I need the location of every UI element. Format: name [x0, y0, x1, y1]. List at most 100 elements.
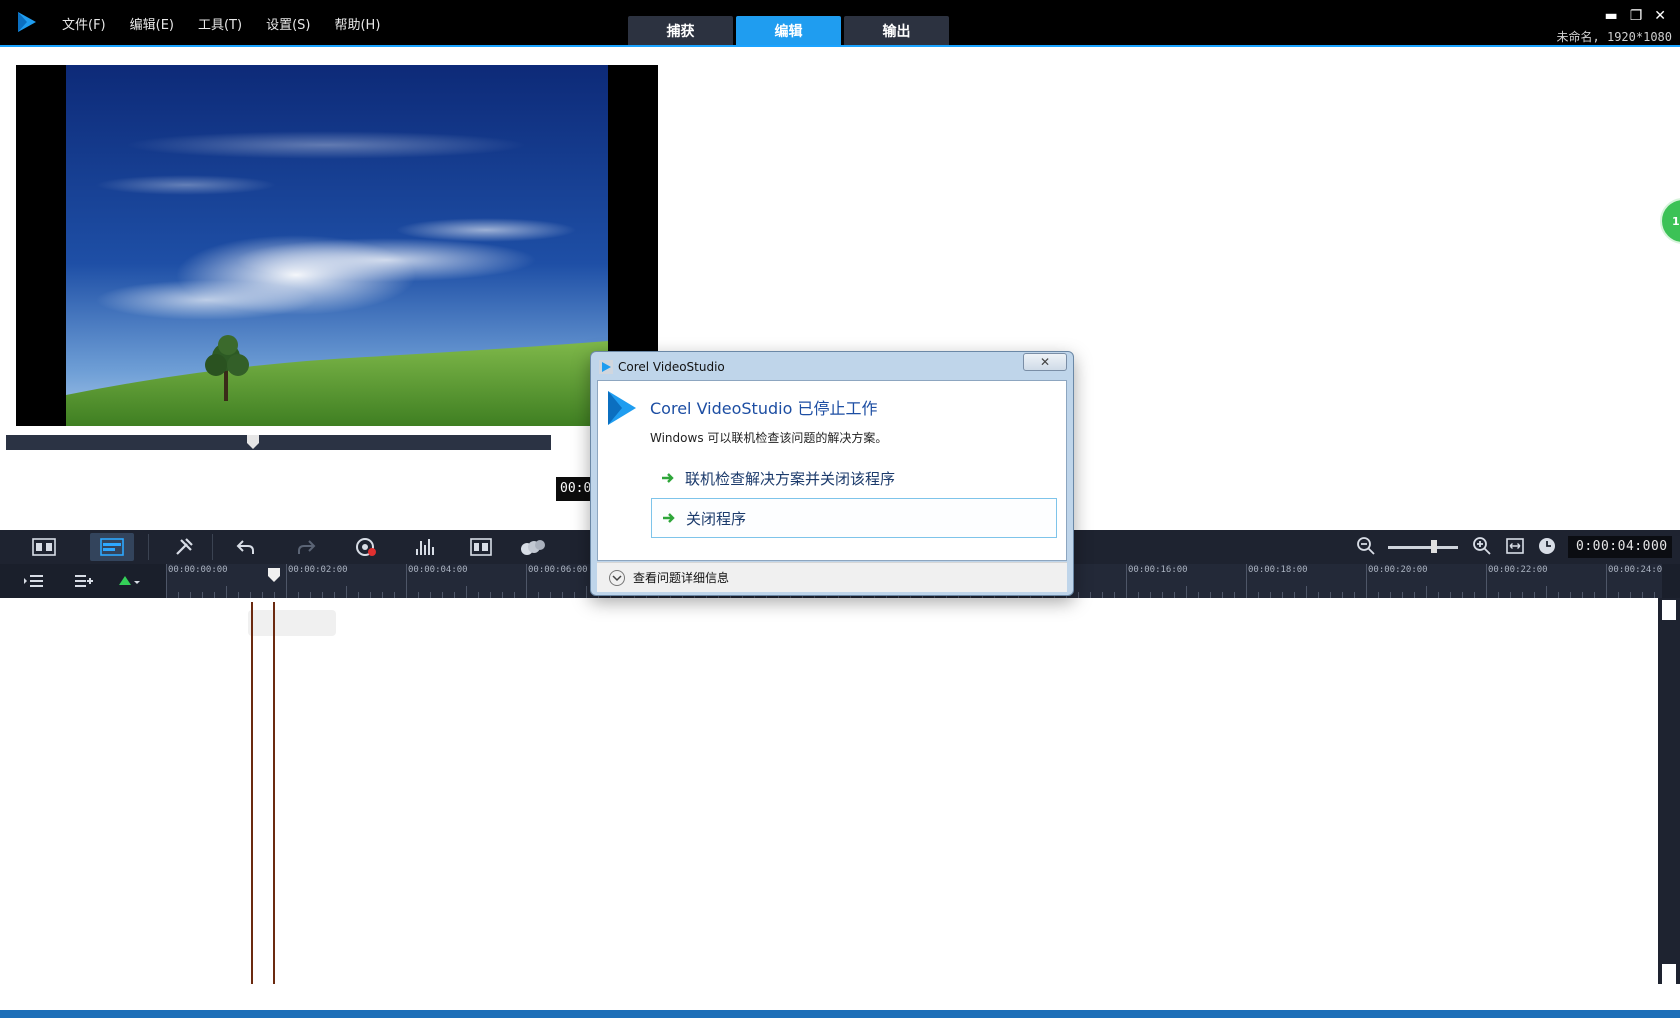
tab-capture[interactable]: 捕获 — [628, 16, 733, 46]
clock-icon — [1539, 538, 1555, 554]
restore-button[interactable]: ❐ — [1630, 8, 1643, 24]
ruler-time-label: 00:00:06:00 — [528, 565, 588, 575]
workspace-tabs: 捕获 编辑 输出 — [628, 16, 949, 46]
tab-edit[interactable]: 编辑 — [736, 16, 841, 46]
timeline-icon — [100, 538, 124, 556]
preview-timecode[interactable]: 00:0 — [556, 477, 590, 501]
playhead-line — [251, 602, 253, 984]
project-info: 未命名, 1920*1080 — [1556, 30, 1672, 44]
auto-music-icon — [470, 538, 492, 556]
menu-edit[interactable]: 编辑(E) — [130, 14, 174, 33]
ruler-time-label: 00:00:00:00 — [168, 565, 228, 575]
preview-image — [66, 65, 608, 426]
ruler-major-tick — [1246, 564, 1247, 598]
redo-icon — [298, 540, 316, 554]
dialog-body: Corel VideoStudio 已停止工作 Windows 可以联机检查该问… — [597, 380, 1067, 561]
ruler-time-label: 00:00:02:00 — [288, 565, 348, 575]
toolbar-divider — [212, 534, 213, 560]
fit-to-window-icon[interactable] — [1506, 538, 1524, 554]
motion-icon — [521, 540, 545, 555]
ruler-time-label: 00:00:04:00 — [408, 565, 468, 575]
ruler-time-label: 00:00:18:00 — [1248, 565, 1308, 575]
minimize-button[interactable]: ▬ — [1604, 8, 1617, 24]
record-capture-button[interactable] — [344, 533, 388, 561]
dialog-subtext: Windows 可以联机检查该问题的解决方案。 — [650, 431, 888, 445]
crash-dialog: Corel VideoStudio ✕ Corel VideoStudio 已停… — [590, 351, 1074, 596]
menu-bar: 文件(F) 编辑(E) 工具(T) 设置(S) 帮助(H) — [62, 14, 380, 33]
toolbar-divider — [148, 534, 149, 560]
undo-button[interactable] — [224, 533, 268, 561]
zoom-slider-handle[interactable] — [1431, 540, 1437, 553]
close-button[interactable]: ✕ — [1654, 8, 1666, 24]
ruler-minor-tick — [586, 586, 587, 598]
zoom-in-icon[interactable] — [1472, 536, 1492, 556]
record-icon — [356, 538, 376, 556]
ruler-minor-tick — [226, 586, 227, 598]
window-controls: ▬ ❐ ✕ — [1604, 8, 1666, 24]
details-toggle[interactable]: 查看问题详细信息 — [597, 562, 1067, 592]
playhead-handle-icon[interactable] — [268, 568, 280, 582]
ruler-minor-tick — [346, 586, 347, 598]
tools-icon — [176, 538, 193, 555]
auto-music-button[interactable] — [459, 533, 503, 561]
windows-taskbar — [0, 1010, 1680, 1018]
chapter-marker-icon[interactable] — [118, 574, 140, 588]
ruler-minor-tick — [1546, 586, 1547, 598]
chevron-down-icon — [609, 569, 625, 586]
ruler-minor-tick — [466, 586, 467, 598]
green-arrow-icon — [662, 473, 674, 483]
timeline-view-button[interactable] — [90, 533, 134, 561]
check-online-button[interactable]: 联机检查解决方案并关闭该程序 — [651, 458, 1057, 498]
floating-badge[interactable]: 15 — [1660, 198, 1680, 244]
videostudio-logo-icon — [608, 391, 636, 425]
ruler-time-label: 00:00:20:00 — [1368, 565, 1428, 575]
scrollbar-top-knob[interactable] — [1662, 600, 1676, 620]
dialog-close-button[interactable]: ✕ — [1023, 353, 1067, 371]
zoom-out-icon[interactable] — [1356, 536, 1376, 556]
ruler-time-label: 00:00:16:00 — [1128, 565, 1188, 575]
ruler-minor-tick — [1306, 586, 1307, 598]
storyboard-view-button[interactable] — [22, 533, 66, 561]
ruler-minor-tick — [1426, 586, 1427, 598]
details-toggle-label: 查看问题详细信息 — [633, 571, 730, 585]
tools-button[interactable] — [162, 533, 206, 561]
film-strip-icon — [32, 538, 56, 556]
ruler-major-tick — [286, 564, 287, 598]
videostudio-small-icon — [599, 360, 613, 374]
menu-help[interactable]: 帮助(H) — [334, 14, 380, 33]
mixer-icon — [416, 539, 434, 555]
scrubber-handle-icon[interactable] — [247, 435, 259, 449]
ruler-major-tick — [1486, 564, 1487, 598]
undo-icon — [236, 540, 254, 554]
redo-button[interactable] — [284, 533, 328, 561]
zoom-slider[interactable] — [1388, 546, 1458, 549]
ruler-major-tick — [526, 564, 527, 598]
preview-window[interactable] — [16, 65, 658, 426]
track-manager-icon[interactable] — [24, 574, 44, 588]
motion-tracking-button[interactable] — [511, 533, 555, 561]
ruler-time-label: 00:00:24:0 — [1608, 565, 1662, 575]
ruler-minor-tick — [1186, 586, 1187, 598]
green-arrow-icon — [663, 513, 675, 523]
project-duration[interactable]: 0:00:04:000 — [1568, 536, 1672, 558]
ruler-major-tick — [1126, 564, 1127, 598]
add-track-icon[interactable] — [74, 573, 94, 589]
close-program-label: 关闭程序 — [686, 509, 747, 528]
clip-placeholder[interactable] — [248, 610, 336, 636]
menu-settings[interactable]: 设置(S) — [266, 14, 310, 33]
scrollbar-bottom-knob[interactable] — [1662, 964, 1676, 984]
close-program-button[interactable]: 关闭程序 — [651, 498, 1057, 538]
dialog-heading: Corel VideoStudio 已停止工作 — [650, 399, 878, 418]
timeline-tracks[interactable] — [0, 598, 1658, 1010]
tab-share[interactable]: 输出 — [844, 16, 949, 46]
title-bar: 文件(F) 编辑(E) 工具(T) 设置(S) 帮助(H) 捕获 编辑 输出 ▬… — [0, 0, 1680, 47]
preview-scrubber[interactable] — [6, 435, 551, 450]
dialog-title: Corel VideoStudio — [618, 360, 725, 374]
ruler-time-label: 00:00:22:00 — [1488, 565, 1548, 575]
sound-mixer-button[interactable] — [403, 533, 447, 561]
ruler-major-tick — [166, 564, 167, 598]
check-online-label: 联机检查解决方案并关闭该程序 — [685, 469, 896, 488]
menu-file[interactable]: 文件(F) — [62, 14, 106, 33]
timeline-scrollbar[interactable] — [1658, 598, 1680, 984]
menu-tools[interactable]: 工具(T) — [198, 14, 242, 33]
